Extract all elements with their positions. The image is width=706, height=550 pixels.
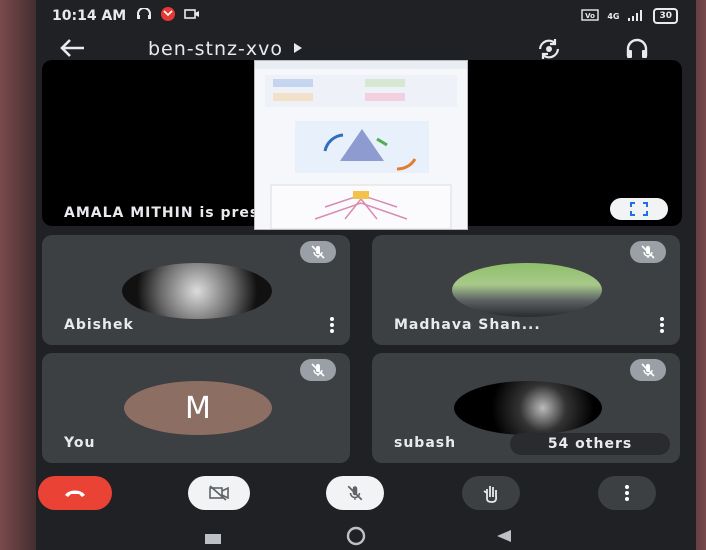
home-button[interactable] xyxy=(344,526,368,550)
shared-slide-graphic xyxy=(265,75,457,229)
video-notification-icon xyxy=(184,8,200,24)
mic-off-icon xyxy=(347,485,363,501)
headset-icon xyxy=(136,7,152,24)
more-options-icon[interactable] xyxy=(660,317,664,333)
svg-text:Vo: Vo xyxy=(585,12,595,20)
mic-off-icon xyxy=(300,359,336,381)
participant-name: You xyxy=(64,435,96,451)
participant-tile-subash[interactable]: subash 54 others xyxy=(372,353,680,463)
camera-off-icon xyxy=(209,485,229,501)
avatar xyxy=(454,381,602,435)
more-options-button[interactable] xyxy=(598,476,656,510)
mic-off-icon xyxy=(300,241,336,263)
status-bar: 10:14 AM Vo 4G 30 xyxy=(36,0,696,32)
mic-off-icon xyxy=(630,241,666,263)
status-time: 10:14 AM xyxy=(52,8,127,24)
shared-screen-preview xyxy=(254,60,468,230)
participant-tile-madhava[interactable]: Madhava Shan... xyxy=(372,235,680,345)
signal-icon xyxy=(627,9,645,24)
raise-hand-button[interactable] xyxy=(462,476,520,510)
more-options-icon xyxy=(625,485,629,501)
end-call-button[interactable] xyxy=(38,476,112,510)
camera-toggle-button[interactable] xyxy=(188,476,250,510)
volte-icon: Vo xyxy=(581,8,600,24)
fullscreen-button[interactable] xyxy=(610,198,668,220)
phone-screen: 10:14 AM Vo 4G 30 ben-stnz-xvo AMALA MIT… xyxy=(36,0,696,550)
switch-camera-icon[interactable] xyxy=(536,36,562,62)
participant-name: Abishek xyxy=(64,317,134,333)
network-type: 4G xyxy=(607,11,620,21)
fullscreen-icon xyxy=(630,202,648,216)
home-circle-icon xyxy=(346,526,366,546)
battery-level: 30 xyxy=(659,11,672,21)
participant-tile-you[interactable]: M You xyxy=(42,353,350,463)
others-count-badge[interactable]: 54 others xyxy=(510,433,670,455)
hang-up-icon xyxy=(65,490,85,497)
meeting-title[interactable]: ben-stnz-xvo xyxy=(148,38,303,60)
gmail-notification-icon xyxy=(160,6,176,26)
play-arrow-icon xyxy=(293,42,303,57)
microphone-toggle-button[interactable] xyxy=(326,476,384,510)
avatar xyxy=(452,263,602,317)
call-controls xyxy=(36,476,696,516)
participant-name: subash xyxy=(394,435,457,451)
battery-icon: 30 xyxy=(653,8,678,24)
participant-tile-abishek[interactable]: Abishek xyxy=(42,235,350,345)
hand-icon xyxy=(483,486,498,503)
back-button[interactable] xyxy=(496,528,512,547)
recents-button[interactable] xyxy=(204,530,222,549)
meeting-code: ben-stnz-xvo xyxy=(148,38,283,60)
audio-output-icon[interactable] xyxy=(624,36,650,62)
square-icon xyxy=(205,534,221,544)
system-navigation-bar xyxy=(36,522,696,550)
avatar xyxy=(122,263,272,319)
more-options-icon[interactable] xyxy=(330,317,334,333)
mic-off-icon xyxy=(630,359,666,381)
back-triangle-icon xyxy=(497,530,511,542)
avatar-initial: M xyxy=(124,381,272,435)
participant-name: Madhava Shan... xyxy=(394,317,541,333)
